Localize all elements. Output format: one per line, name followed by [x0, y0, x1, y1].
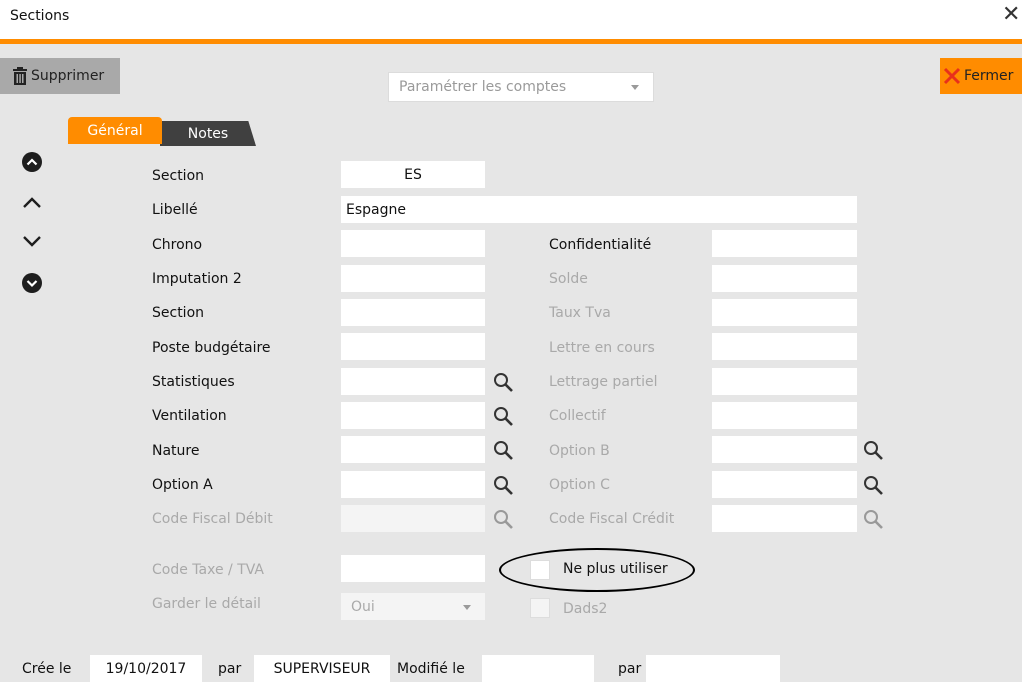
first-record-icon[interactable]: [22, 152, 42, 172]
nature-field[interactable]: [341, 436, 485, 463]
by-label-2: par: [618, 661, 642, 677]
search-icon-code-fiscal-debit: [494, 510, 513, 529]
code-fiscal-credit-field[interactable]: [712, 505, 857, 532]
trash-icon: [13, 67, 27, 85]
close-x-icon: [943, 67, 961, 85]
search-icon-nature[interactable]: [492, 439, 514, 461]
label-option-a: Option A: [152, 477, 213, 493]
garder-detail-select: Oui: [341, 593, 485, 620]
collectif-field[interactable]: [712, 402, 857, 429]
search-icon-option-a[interactable]: [492, 474, 514, 496]
chevron-down-icon: [463, 605, 471, 610]
modified-label: Modifié le: [397, 661, 465, 677]
last-record-icon[interactable]: [22, 273, 42, 293]
modified-by-field: [646, 655, 780, 682]
label-option-c: Option C: [549, 477, 610, 493]
statistiques-field[interactable]: [341, 368, 485, 395]
label-statistiques: Statistiques: [152, 374, 235, 390]
option-c-field[interactable]: [712, 471, 857, 498]
accounts-dropdown[interactable]: Paramétrer les comptes: [388, 72, 654, 102]
by-label: par: [218, 661, 242, 677]
poste-budgetaire-field[interactable]: [341, 333, 485, 360]
close-icon[interactable]: ✕: [1002, 4, 1020, 26]
label-collectif: Collectif: [549, 408, 606, 424]
delete-label: Supprimer: [31, 68, 105, 84]
code-fiscal-debit-field: [341, 505, 485, 532]
label-code-taxe-tva: Code Taxe / TVA: [152, 562, 264, 578]
label-imputation-2: Imputation 2: [152, 271, 242, 287]
label-chrono: Chrono: [152, 237, 203, 253]
modified-date-field: [482, 655, 594, 682]
search-icon-ventilation[interactable]: [492, 405, 514, 427]
search-icon-option-c[interactable]: [862, 474, 884, 496]
libelle-field[interactable]: Espagne: [341, 196, 857, 223]
tab-notes[interactable]: Notes: [160, 121, 256, 146]
taux-tva-field[interactable]: [712, 299, 857, 326]
imputation-2-field[interactable]: [341, 265, 485, 292]
solde-field[interactable]: [712, 265, 857, 292]
label-lettrage-partiel: Lettrage partiel: [549, 374, 658, 390]
label-confidentialite: Confidentialité: [549, 237, 652, 253]
close-button[interactable]: Fermer: [940, 58, 1022, 94]
label-option-b: Option B: [549, 443, 610, 459]
section-field[interactable]: ES: [341, 161, 485, 188]
option-a-field[interactable]: [341, 471, 485, 498]
label-libelle: Libellé: [152, 202, 198, 218]
created-by-field: SUPERVISEUR: [254, 655, 390, 682]
code-taxe-tva-field[interactable]: [341, 555, 485, 582]
title-bar: [0, 0, 1022, 44]
label-lettre-en-cours: Lettre en cours: [549, 340, 655, 356]
label-section-2: Section: [152, 305, 205, 321]
label-nature: Nature: [152, 443, 200, 459]
delete-button[interactable]: Supprimer: [0, 58, 120, 94]
label-code-fiscal-debit: Code Fiscal Débit: [152, 511, 273, 527]
tab-notes-label: Notes: [187, 125, 229, 142]
lettre-en-cours-field[interactable]: [712, 333, 857, 360]
label-solde: Solde: [549, 271, 588, 287]
dads2-checkbox: [530, 598, 550, 618]
label-taux-tva: Taux Tva: [549, 305, 611, 321]
tab-general-label: Général: [87, 122, 143, 139]
ventilation-field[interactable]: [341, 402, 485, 429]
window-title: Sections: [10, 8, 70, 24]
highlight-annotation: [499, 548, 695, 592]
accounts-dropdown-value: Paramétrer les comptes: [399, 79, 567, 95]
previous-record-icon[interactable]: [22, 193, 42, 213]
created-label: Crée le: [22, 661, 72, 677]
label-poste-budgetaire: Poste budgétaire: [152, 340, 271, 356]
next-record-icon[interactable]: [22, 231, 42, 251]
close-label: Fermer: [964, 68, 1014, 84]
confidentialite-field[interactable]: [712, 230, 857, 257]
option-b-field[interactable]: [712, 436, 857, 463]
garder-detail-value: Oui: [351, 598, 375, 615]
section-2-field[interactable]: [341, 299, 485, 326]
label-ventilation: Ventilation: [152, 408, 227, 424]
search-icon-code-fiscal-credit: [864, 510, 883, 529]
label-section: Section: [152, 168, 205, 184]
search-icon-statistiques[interactable]: [492, 371, 514, 393]
tab-general[interactable]: Général: [68, 117, 162, 144]
label-code-fiscal-credit: Code Fiscal Crédit: [549, 511, 675, 527]
search-icon-option-b[interactable]: [862, 439, 884, 461]
chrono-field[interactable]: [341, 230, 485, 257]
chevron-down-icon: [631, 85, 639, 90]
label-dads2: Dads2: [563, 601, 608, 617]
created-date-field: 19/10/2017: [90, 655, 202, 682]
lettrage-partiel-field[interactable]: [712, 368, 857, 395]
label-garder-detail: Garder le détail: [152, 596, 261, 612]
